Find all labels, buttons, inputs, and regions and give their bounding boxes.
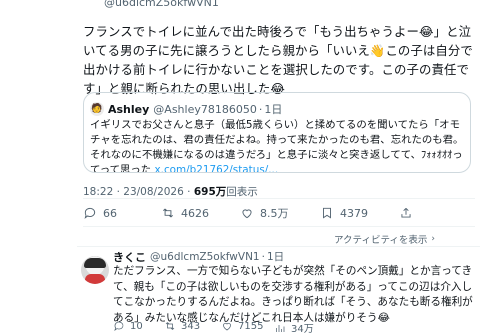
repost-count: 4626 [181, 206, 209, 220]
reply-action-bar: 10 343 7155 34万 [113, 320, 473, 334]
post-meta: 18:22 · 23/08/2026 · 695万回表示 [83, 184, 258, 199]
reply-reply-button[interactable]: 10 [113, 320, 143, 332]
previous-post-handle[interactable]: @u6dlcmZ5okfwVN1 [104, 0, 219, 9]
reply-author-handle[interactable]: @u6dlcmZ5okfwVN1 [150, 251, 260, 263]
reply-timestamp[interactable]: 1日 [267, 249, 284, 264]
reply-icon [84, 207, 96, 219]
bookmark-button[interactable]: 4379 [320, 204, 368, 222]
chevron-right-icon: › [431, 234, 435, 244]
activity-label: アクティビティを表示 [334, 235, 428, 246]
reply-repost-button[interactable]: 343 [164, 320, 200, 332]
quoted-post-header: 🧑 Ashley @Ashley78186050 · 1日 [90, 101, 282, 117]
heart-icon [223, 322, 231, 331]
bookmark-icon [323, 207, 331, 219]
reply-like-count: 7155 [238, 320, 264, 332]
reply-view-count: 34万 [291, 324, 314, 334]
repost-icon [163, 208, 173, 218]
post-timestamp[interactable]: 18:22 · 23/08/2026 [83, 186, 184, 198]
quoted-author-name[interactable]: Ashley [108, 103, 149, 116]
repost-icon [165, 322, 175, 330]
post-action-bar: 66 4626 8.5万 4379 [83, 204, 413, 222]
like-button[interactable]: 8.5万 [240, 204, 289, 222]
quoted-post-link[interactable]: x.com/b21762/status/... [155, 164, 279, 172]
reply-text: ただフランス、一方で知らない子どもが突然「そのペン頂戴」とか言ってきて、親も「こ… [113, 265, 473, 324]
share-icon[interactable] [399, 206, 413, 220]
reply-icon [114, 321, 124, 331]
repost-button[interactable]: 4626 [161, 204, 209, 222]
tweet-detail-view: @u6dlcmZ5okfwVN1 フランスでトイレに並んで出た時後ろで「もう出ち… [0, 0, 480, 334]
reply-author-name[interactable]: きくこ [113, 249, 146, 265]
view-count: 695万 [193, 186, 227, 198]
reply-header: きくこ @u6dlcmZ5okfwVN1 · 1日 [113, 249, 284, 264]
reply-avatar[interactable] [81, 256, 109, 284]
quoted-author-handle[interactable]: @Ashley78186050 [153, 103, 257, 116]
quoted-timestamp[interactable]: 1日 [264, 101, 282, 117]
divider [83, 226, 475, 227]
meta-separator: · [187, 186, 191, 198]
divider [83, 198, 475, 199]
quoted-avatar[interactable]: 🧑 [90, 102, 104, 116]
post-text: フランスでトイレに並んで出た時後ろで「もう出ちゃうよー😂」と泣いてる男の子に先に… [83, 24, 473, 96]
bar-chart-icon [276, 324, 285, 332]
view-activity-link[interactable]: アクティビティを表示 › [334, 232, 435, 246]
view-count-label: 回表示 [226, 186, 258, 198]
reply-button[interactable]: 66 [83, 204, 117, 222]
heart-icon [242, 209, 252, 219]
like-count: 8.5万 [260, 207, 289, 220]
divider [77, 246, 480, 247]
reply-count: 66 [103, 206, 117, 220]
quoted-post-body: イギリスでお父さんと息子（最低5歳くらい）と揉めてるのを聞いてたら「オモチャを忘… [90, 118, 466, 172]
quoted-separator: · [258, 102, 263, 116]
bookmark-count: 4379 [340, 206, 368, 220]
reply-reply-count: 10 [130, 320, 143, 332]
reply-like-button[interactable]: 7155 [221, 320, 263, 332]
reply-separator: · [261, 250, 265, 263]
quoted-post[interactable]: 🧑 Ashley @Ashley78186050 · 1日 イギリスでお父さんと… [83, 92, 471, 173]
reply-repost-count: 343 [181, 320, 201, 332]
reply-views-button[interactable]: 34万 [274, 320, 314, 334]
